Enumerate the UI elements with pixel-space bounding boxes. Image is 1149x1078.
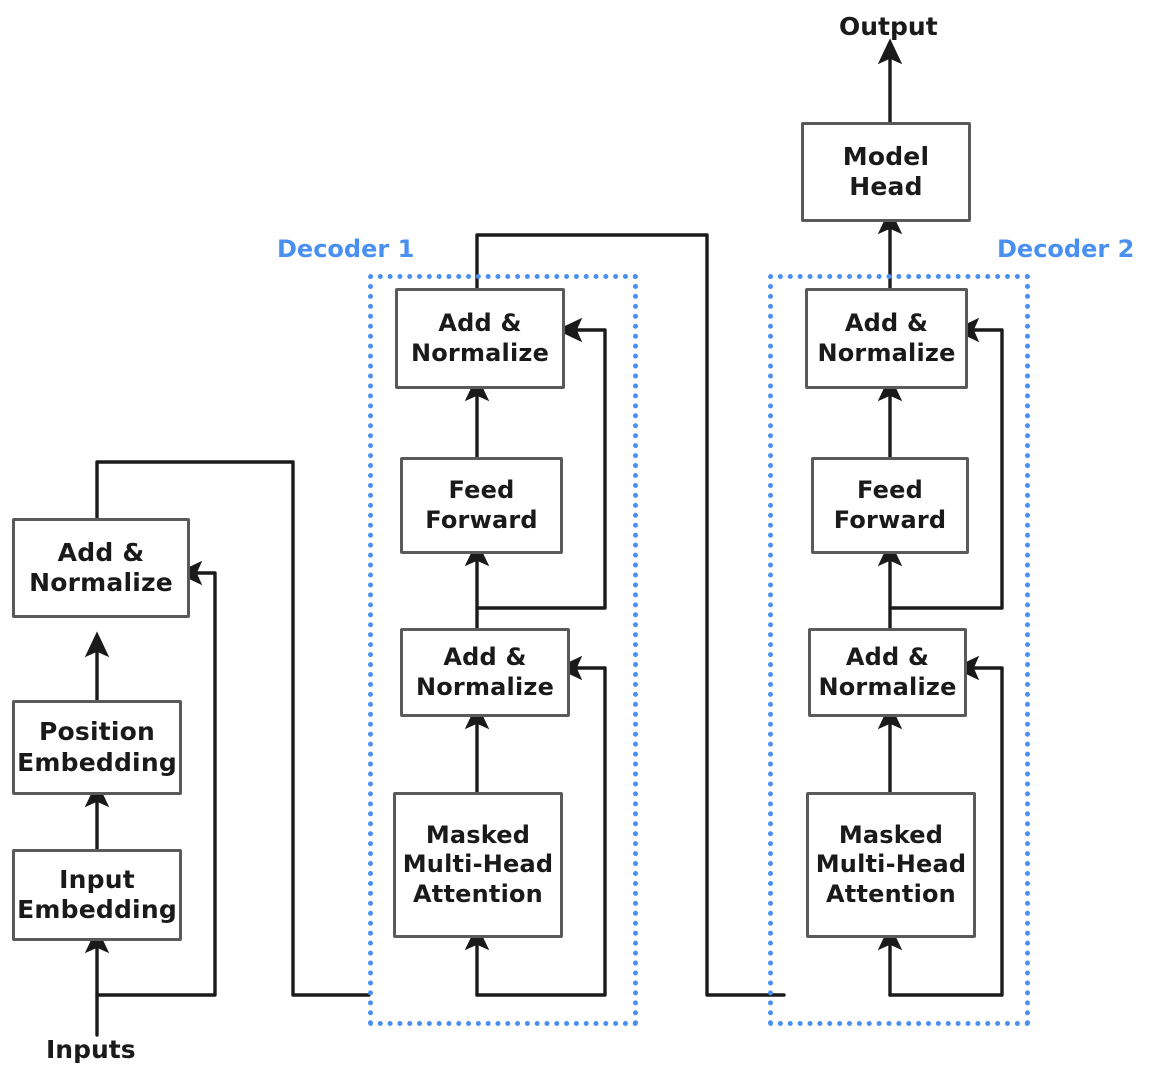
decoder-1-masked-attention-line1: Masked xyxy=(425,821,531,850)
decoder-1-add-normalize-1-box: Add & Normalize xyxy=(400,628,570,717)
embedding-add-normalize-line2: Normalize xyxy=(29,568,173,597)
decoder-2-masked-multi-head-attention-box: Masked Multi-Head Attention xyxy=(806,792,976,938)
decoder-1-masked-attention-line3: Attention xyxy=(413,879,543,908)
decoder-1-add-normalize-1-line1: Add & xyxy=(443,643,527,672)
position-embedding-line1: Position xyxy=(38,717,156,746)
decoder-2-add-normalize-2-box: Add & Normalize xyxy=(805,288,968,389)
decoder-2-add-normalize-1-line1: Add & xyxy=(845,643,930,672)
decoder-1-feed-forward-line1: Feed xyxy=(448,476,515,505)
embedding-add-normalize-line1: Add & xyxy=(57,537,145,567)
model-head-line2: Head xyxy=(849,172,923,201)
input-embedding-line1: Input xyxy=(59,864,135,894)
decoder-2-masked-attention-line2: Multi-Head xyxy=(815,850,967,879)
input-embedding-line2: Embedding xyxy=(17,895,177,924)
decoder-2-group-label: Decoder 2 xyxy=(997,235,1135,263)
decoder-1-group-label: Decoder 1 xyxy=(277,235,415,263)
decoder-2-feed-forward-line2: Forward xyxy=(833,505,947,534)
embedding-add-normalize-box: Add & Normalize xyxy=(12,518,190,618)
model-head-line1: Model xyxy=(842,141,930,171)
decoder-1-masked-attention-line2: Multi-Head xyxy=(402,850,554,879)
input-embedding-box: Input Embedding xyxy=(12,849,182,941)
decoder-2-add-normalize-1-line2: Normalize xyxy=(818,672,957,701)
decoder-2-add-normalize-2-line2: Normalize xyxy=(817,338,956,367)
decoder-2-add-normalize-1-box: Add & Normalize xyxy=(808,628,967,717)
position-embedding-box: Position Embedding xyxy=(12,700,182,795)
decoder-2-feed-forward-line1: Feed xyxy=(857,476,923,505)
decoder-1-feed-forward-line2: Forward xyxy=(425,505,538,534)
position-embedding-line2: Embedding xyxy=(17,747,177,777)
decoder-1-add-normalize-2-box: Add & Normalize xyxy=(395,288,565,389)
decoder-2-add-normalize-2-line1: Add & xyxy=(844,309,929,338)
decoder-1-feed-forward-box: Feed Forward xyxy=(400,457,563,554)
decoder-1-add-normalize-2-line2: Normalize xyxy=(410,338,550,367)
transformer-architecture-diagram: Decoder 1 Decoder 2 Inputs Input Embeddi… xyxy=(0,0,1149,1078)
decoder-1-masked-multi-head-attention-box: Masked Multi-Head Attention xyxy=(393,792,563,938)
inputs-label: Inputs xyxy=(46,1035,136,1064)
decoder-2-masked-attention-line3: Attention xyxy=(826,879,956,908)
model-head-box: Model Head xyxy=(801,122,971,222)
output-label: Output xyxy=(839,12,938,41)
decoder-1-add-normalize-1-line2: Normalize xyxy=(415,672,555,701)
decoder-2-masked-attention-line1: Masked xyxy=(838,821,944,850)
decoder-2-feed-forward-box: Feed Forward xyxy=(811,457,969,554)
decoder-1-add-normalize-2-line1: Add & xyxy=(438,309,522,338)
